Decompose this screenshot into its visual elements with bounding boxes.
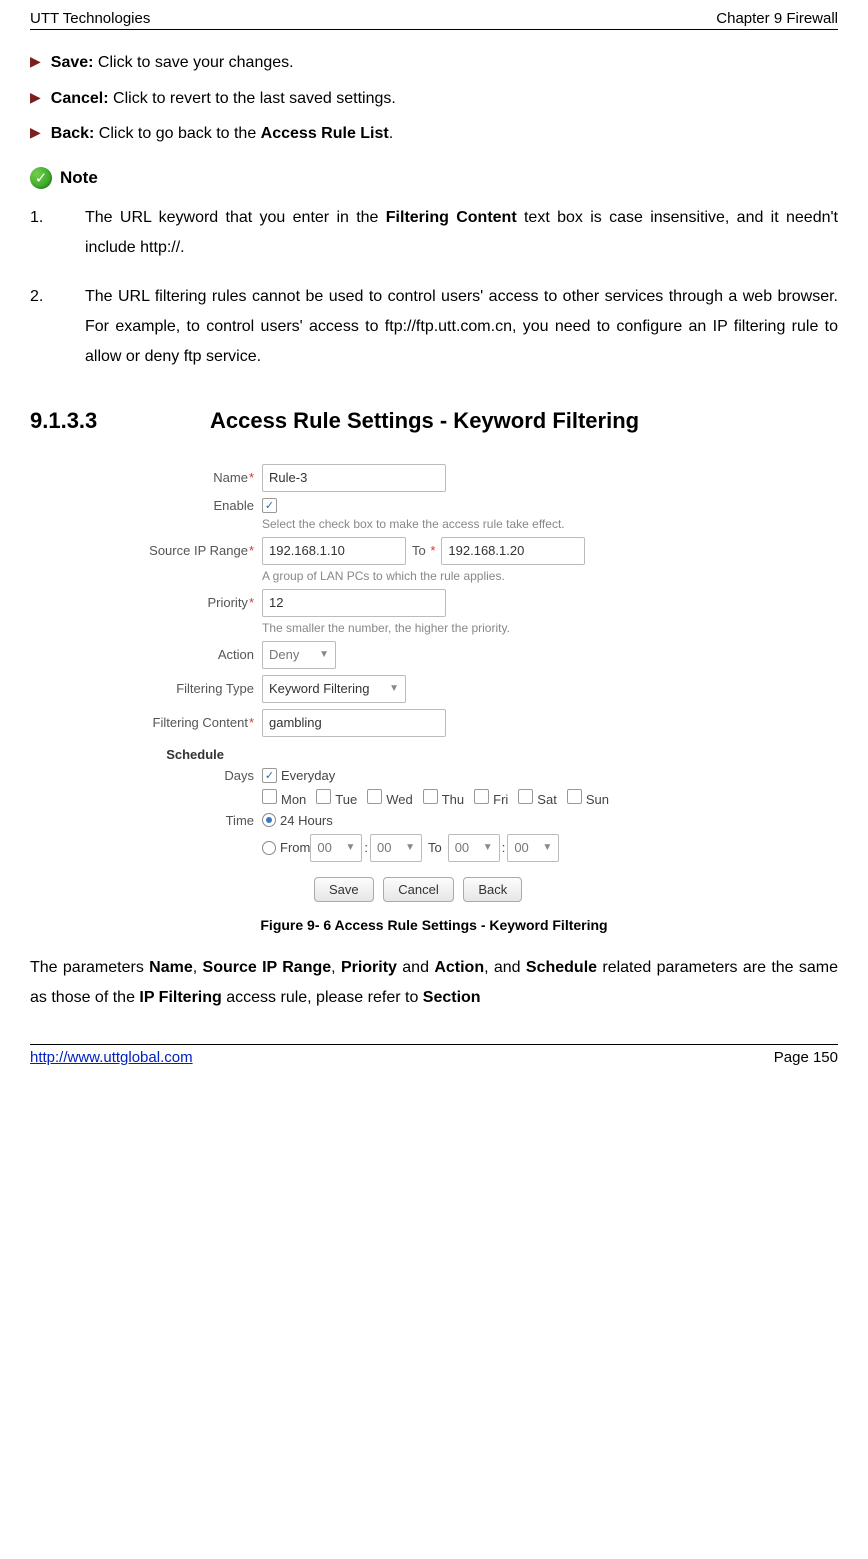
bullet-text: Back: Click to go back to the Access Rul… bbox=[51, 121, 393, 147]
chevron-down-icon: ▼ bbox=[483, 842, 493, 853]
footer-link[interactable]: http://www.uttglobal.com bbox=[30, 1049, 193, 1066]
label-time: Time bbox=[114, 813, 262, 828]
note-item-1: 1. The URL keyword that you enter in the… bbox=[30, 203, 838, 264]
label-action: Action bbox=[114, 647, 262, 662]
to-min-select[interactable]: 00▼ bbox=[507, 834, 559, 862]
button-row: Save Cancel Back bbox=[314, 882, 754, 897]
arrow-icon: ▶ bbox=[30, 50, 41, 72]
chevron-down-icon: ▼ bbox=[345, 842, 355, 853]
sun-checkbox[interactable] bbox=[567, 789, 582, 804]
label-priority: Priority* bbox=[114, 595, 262, 610]
bullet-text: Save: Click to save your changes. bbox=[51, 50, 294, 76]
figure-caption: Figure 9- 6 Access Rule Settings - Keywo… bbox=[30, 917, 838, 933]
section-heading: 9.1.3.3Access Rule Settings - Keyword Fi… bbox=[30, 408, 838, 434]
label-filtering-content: Filtering Content* bbox=[114, 715, 262, 730]
label-name: Name* bbox=[114, 470, 262, 485]
arrow-icon: ▶ bbox=[30, 86, 41, 108]
label-enable: Enable bbox=[114, 498, 262, 513]
required-icon: * bbox=[249, 470, 254, 485]
hint-enable: Select the check box to make the access … bbox=[262, 517, 754, 531]
filtering-type-select[interactable]: Keyword Filtering▼ bbox=[262, 675, 406, 703]
bullet-cancel: ▶ Cancel: Click to revert to the last sa… bbox=[30, 86, 838, 112]
list-number: 2. bbox=[30, 282, 85, 373]
arrow-icon: ▶ bbox=[30, 121, 41, 143]
list-body: The URL keyword that you enter in the Fi… bbox=[85, 203, 838, 264]
to-label: To bbox=[428, 840, 442, 855]
chevron-down-icon: ▼ bbox=[405, 842, 415, 853]
bullet-back: ▶ Back: Click to go back to the Access R… bbox=[30, 121, 838, 147]
checkmark-icon: ✓ bbox=[30, 167, 52, 189]
label-schedule: Schedule bbox=[114, 747, 232, 762]
wed-checkbox[interactable] bbox=[367, 789, 382, 804]
label-filtering-type: Filtering Type bbox=[114, 681, 262, 696]
to-hour-select[interactable]: 00▼ bbox=[448, 834, 500, 862]
everyday-checkbox[interactable]: ✓ bbox=[262, 768, 277, 783]
section-title: Access Rule Settings - Keyword Filtering bbox=[210, 408, 639, 433]
required-icon: * bbox=[249, 715, 254, 730]
chevron-down-icon: ▼ bbox=[389, 683, 399, 694]
bullet-save: ▶ Save: Click to save your changes. bbox=[30, 50, 838, 76]
action-select[interactable]: Deny▼ bbox=[262, 641, 336, 669]
required-icon: * bbox=[430, 543, 435, 558]
time-24h-label: 24 Hours bbox=[280, 813, 333, 828]
time-range-radio[interactable] bbox=[262, 841, 276, 855]
settings-form-figure: Name* Rule-3 Enable ✓ Select the check b… bbox=[114, 464, 754, 897]
hint-source-ip: A group of LAN PCs to which the rule app… bbox=[262, 569, 754, 583]
from-hour-select[interactable]: 00▼ bbox=[310, 834, 362, 862]
day-options: Mon Tue Wed Thu Fri Sat Sun bbox=[262, 789, 609, 807]
note-item-2: 2. The URL filtering rules cannot be use… bbox=[30, 282, 838, 373]
page-header: UTT Technologies Chapter 9 Firewall bbox=[30, 10, 838, 30]
everyday-label: Everyday bbox=[281, 768, 335, 783]
bullet-bold: Cancel: bbox=[51, 90, 109, 107]
enable-checkbox[interactable]: ✓ bbox=[262, 498, 277, 513]
from-min-select[interactable]: 00▼ bbox=[370, 834, 422, 862]
bullet-bold: Save: bbox=[51, 54, 94, 71]
paragraph-params: The parameters Name, Source IP Range, Pr… bbox=[30, 953, 838, 1014]
filtering-content-input[interactable]: gambling bbox=[262, 709, 446, 737]
page-number: Page 150 bbox=[774, 1049, 838, 1066]
bullet-bold: Back: bbox=[51, 125, 95, 142]
source-ip-to-input[interactable]: 192.168.1.20 bbox=[441, 537, 585, 565]
tue-checkbox[interactable] bbox=[316, 789, 331, 804]
hint-priority: The smaller the number, the higher the p… bbox=[262, 621, 754, 635]
radio-dot-icon bbox=[266, 817, 272, 823]
label-source-ip: Source IP Range* bbox=[114, 543, 262, 558]
back-button[interactable]: Back bbox=[463, 877, 522, 902]
bullet-text: Cancel: Click to revert to the last save… bbox=[51, 86, 396, 112]
cancel-button[interactable]: Cancel bbox=[383, 877, 453, 902]
priority-input[interactable]: 12 bbox=[262, 589, 446, 617]
sat-checkbox[interactable] bbox=[518, 789, 533, 804]
label-to: To * bbox=[412, 543, 435, 558]
list-body: The URL filtering rules cannot be used t… bbox=[85, 282, 838, 373]
note-label: Note bbox=[60, 168, 98, 188]
name-input[interactable]: Rule-3 bbox=[262, 464, 446, 492]
page-footer: http://www.uttglobal.com Page 150 bbox=[30, 1044, 838, 1066]
header-right: Chapter 9 Firewall bbox=[716, 10, 838, 27]
label-days: Days bbox=[114, 768, 262, 783]
required-icon: * bbox=[249, 543, 254, 558]
time-24h-radio[interactable] bbox=[262, 813, 276, 827]
mon-checkbox[interactable] bbox=[262, 789, 277, 804]
required-icon: * bbox=[249, 595, 254, 610]
chevron-down-icon: ▼ bbox=[542, 842, 552, 853]
note-header: ✓ Note bbox=[30, 167, 838, 189]
chevron-down-icon: ▼ bbox=[319, 649, 329, 660]
save-button[interactable]: Save bbox=[314, 877, 374, 902]
list-number: 1. bbox=[30, 203, 85, 264]
fri-checkbox[interactable] bbox=[474, 789, 489, 804]
from-label: From bbox=[280, 840, 310, 855]
thu-checkbox[interactable] bbox=[423, 789, 438, 804]
section-number: 9.1.3.3 bbox=[30, 408, 210, 434]
source-ip-from-input[interactable]: 192.168.1.10 bbox=[262, 537, 406, 565]
header-left: UTT Technologies bbox=[30, 10, 150, 27]
